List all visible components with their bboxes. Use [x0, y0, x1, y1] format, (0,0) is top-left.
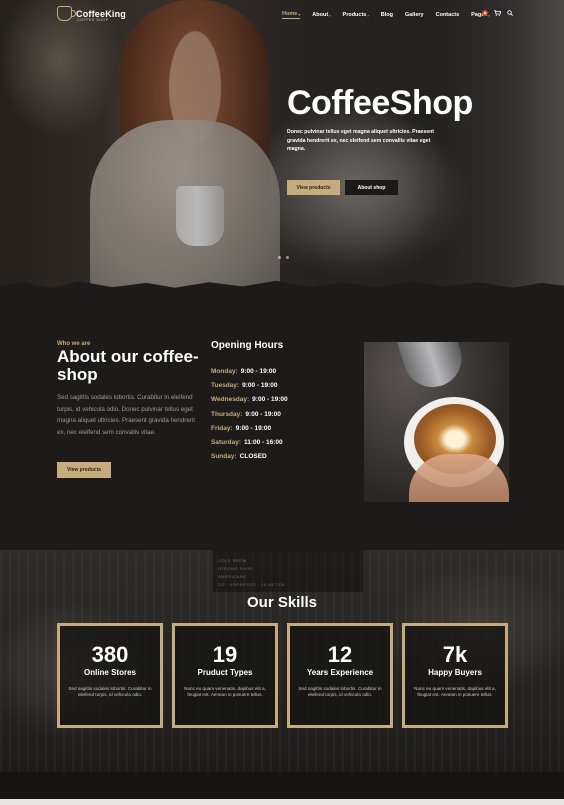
top-navigation: CoffeeKing COFFEE SHOP Home ▾ About › Prod… — [0, 0, 564, 30]
latte-art-photo — [364, 342, 509, 502]
chevron-down-icon: ▾ — [298, 11, 301, 17]
skill-description: Nunc eu quam venenatis, dapibus elit a, … — [184, 686, 266, 698]
opening-hours-list: Monday: 9:00 - 19:00 Tuesday: 9:00 - 19:00… — [211, 368, 288, 467]
hours-day: Thursday: — [211, 410, 243, 418]
logo-tagline: COFFEE SHOP — [77, 18, 109, 22]
menu-item-label: Contacts — [435, 12, 460, 18]
chevron-right-icon: › — [367, 12, 369, 18]
menu-item-label: Blog — [380, 12, 393, 18]
menu-item-gallery[interactable]: Gallery — [405, 11, 424, 19]
skills-section: COLD BREW STRONG SHOP AMERICANO 2/2 · ES… — [0, 550, 564, 805]
hours-day: Wednesday: — [211, 396, 250, 404]
hours-time: 9:00 - 19:00 — [235, 424, 272, 432]
hours-row-tuesday: Tuesday: 9:00 - 19:00 — [211, 382, 288, 396]
logo-text: CoffeeKing — [76, 8, 126, 19]
hours-time: 9:00 - 19:00 — [240, 368, 277, 375]
menu-item-contacts[interactable]: Contacts — [436, 11, 460, 19]
about-title: About our coffee-shop — [57, 347, 199, 384]
skills-title: Our Skills — [246, 594, 318, 611]
hours-time: 9:00 - 19:00 — [252, 396, 288, 404]
hours-row-friday: Friday: 9:00 - 19:00 — [211, 425, 288, 439]
skill-number: 7k — [442, 642, 468, 667]
hours-day: Monday: — [211, 368, 238, 375]
about-text: Sed sagittis sodales lobortis. Curabitur… — [57, 394, 195, 436]
menu-item-label: Home — [282, 11, 298, 17]
board-line: AMERICANO — [218, 574, 247, 579]
skill-label: Pruduct Types — [197, 668, 253, 677]
about-view-products-button[interactable]: View products — [57, 462, 111, 478]
skill-card-years-experience: 12 Years Experience Sed sagittis sodales… — [287, 623, 393, 728]
menu-item-blog[interactable]: Blog — [381, 11, 393, 19]
menu-item-products[interactable]: Products › — [343, 11, 369, 19]
coffee-cup-logo-icon — [57, 6, 76, 21]
slider-dot[interactable] — [278, 256, 281, 259]
hero-description: Donec pulvinar tellus eget magna aliquet… — [287, 129, 435, 152]
footer-divider — [0, 799, 564, 805]
slider-dot[interactable] — [286, 256, 289, 259]
hours-time: 9:00 - 19:00 — [245, 410, 281, 418]
nav-icons — [482, 10, 513, 16]
hours-row-thursday: Thursday: 9:00 - 19:00 — [211, 411, 288, 425]
skill-description: Sed sagittis sodales lobortis. Curabitur… — [298, 686, 382, 698]
milk-pitcher — [396, 342, 470, 395]
logo[interactable]: CoffeeKing COFFEE SHOP — [57, 6, 126, 22]
opening-hours-title: Opening Hours — [211, 340, 284, 351]
board-line: STRONG SHOP — [218, 566, 254, 571]
about-section: Who we are About our coffee-shop Sed sag… — [0, 290, 564, 550]
footer-strip — [0, 772, 564, 799]
skill-label: Happy Buyers — [428, 668, 482, 677]
search-icon[interactable] — [507, 10, 513, 16]
hours-day: Saturday: — [211, 438, 241, 446]
skill-description: Nunc eu quam venenatis, dapibus elit a, … — [414, 686, 496, 698]
skill-number: 19 — [212, 642, 238, 667]
board-line: 2/2 · ESPRESSO · 15-44 TEA — [218, 582, 285, 587]
skill-number: 380 — [91, 642, 129, 667]
menu-item-label: Gallery — [404, 12, 424, 18]
main-menu: Home ▾ About › Products › Blog Gallery Cont… — [282, 11, 502, 19]
skill-label: Online Stores — [83, 668, 136, 677]
hours-time: CLOSED — [239, 453, 267, 461]
menu-item-about[interactable]: About › — [312, 11, 330, 19]
skill-card-product-types: 19 Pruduct Types Nunc eu quam venenatis,… — [172, 623, 278, 728]
view-products-button[interactable]: View products — [287, 180, 340, 195]
skill-label: Years Experience — [306, 668, 374, 677]
hours-day: Friday: — [211, 424, 233, 432]
hours-time: 11:00 - 16:00 — [243, 438, 283, 446]
hours-row-saturday: Saturday: 11:00 - 16:00 — [211, 439, 288, 453]
menu-item-label: About — [312, 12, 329, 18]
hours-row-wednesday: Wednesday: 9:00 - 19:00 — [211, 396, 288, 410]
skill-description: Sed sagittis sodales lobortis. Curabitur… — [68, 686, 152, 698]
hours-day: Sunday: — [211, 453, 237, 461]
menu-item-home[interactable]: Home ▾ — [282, 11, 301, 19]
skill-number: 12 — [327, 642, 353, 667]
hero-overlay — [0, 0, 564, 290]
hours-row-monday: Monday: 9:00 - 19:00 — [211, 368, 288, 382]
slider-pagination — [278, 256, 289, 259]
board-line: COLD BREW — [218, 558, 247, 563]
skill-card-happy-buyers: 7k Happy Buyers Nunc eu quam venenatis, … — [402, 623, 508, 728]
menu-item-label: Products — [342, 12, 367, 18]
skill-card-online-stores: 380 Online Stores Sed sagittis sodales l… — [57, 623, 163, 728]
hours-time: 9:00 - 19:00 — [242, 382, 278, 390]
cart-icon[interactable] — [494, 10, 501, 16]
about-shop-button[interactable]: About shop — [345, 180, 398, 195]
hero-title: CoffeeShop — [287, 84, 473, 122]
hours-row-sunday: Sunday: CLOSED — [211, 453, 288, 467]
flag-icon[interactable] — [482, 10, 488, 16]
hours-day: Tuesday: — [211, 382, 240, 390]
hero-section: CoffeeKing COFFEE SHOP Home ▾ About › Prod… — [0, 0, 564, 290]
chevron-right-icon: › — [329, 12, 331, 18]
